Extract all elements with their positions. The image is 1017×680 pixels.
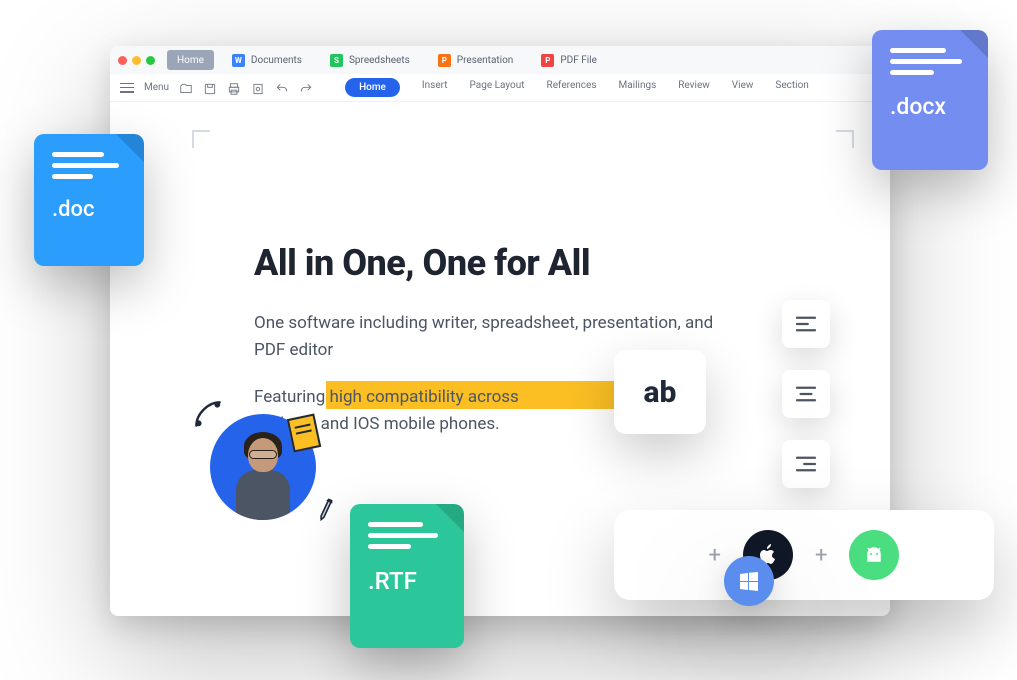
file-extension-label: .docx <box>890 93 970 120</box>
menu-button[interactable]: Menu <box>144 82 169 93</box>
maximize-icon[interactable] <box>146 56 155 65</box>
open-icon[interactable] <box>179 81 193 95</box>
margin-corner-icon <box>192 130 210 148</box>
text-style-preview: ab <box>644 375 677 410</box>
ribbon-tab-page-layout[interactable]: Page Layout <box>470 78 525 97</box>
align-left-button[interactable] <box>782 300 830 348</box>
tab-label: Presentation <box>457 55 514 66</box>
align-center-button[interactable] <box>782 370 830 418</box>
margin-corner-icon <box>836 130 854 148</box>
android-icon <box>849 530 899 580</box>
platforms-card: + + <box>614 510 994 600</box>
title-bar: Home W Documents S Spreedsheets P Presen… <box>110 46 890 74</box>
save-icon[interactable] <box>203 81 217 95</box>
writer-icon: W <box>232 54 245 67</box>
file-lines-icon <box>890 48 970 75</box>
ribbon-tab-mailings[interactable]: Mailings <box>619 78 657 97</box>
ribbon-tab-home[interactable]: Home <box>345 78 400 97</box>
quick-access-bar: Menu Home Insert Page Layout References … <box>110 74 890 102</box>
file-lines-icon <box>52 152 126 179</box>
file-badge-doc: .doc <box>34 134 144 266</box>
align-right-button[interactable] <box>782 440 830 488</box>
tab-pdf[interactable]: P PDF File <box>531 50 607 70</box>
tab-label: PDF File <box>560 55 597 66</box>
tab-label: Documents <box>251 55 302 66</box>
avatar-person-icon <box>230 432 296 520</box>
hamburger-icon[interactable] <box>120 83 134 93</box>
redo-icon[interactable] <box>299 81 313 95</box>
document-heading: All in One, One for All <box>254 242 590 284</box>
ribbon-tab-section[interactable]: Section <box>775 78 808 97</box>
ribbon-tab-insert[interactable]: Insert <box>422 78 448 97</box>
minimize-icon[interactable] <box>132 56 141 65</box>
close-icon[interactable] <box>118 56 127 65</box>
windows-icon <box>724 556 774 606</box>
file-extension-label: .doc <box>52 197 126 222</box>
pdf-icon: P <box>541 54 554 67</box>
plus-separator: + <box>815 543 827 568</box>
tab-spreadsheets[interactable]: S Spreedsheets <box>320 50 420 70</box>
plus-separator: + <box>709 543 721 568</box>
window-controls <box>118 56 155 65</box>
ribbon-tab-review[interactable]: Review <box>678 78 710 97</box>
ribbon-tabs: Home Insert Page Layout References Maili… <box>345 78 809 97</box>
highlighted-text: Featuring high compatibility across <box>254 387 519 407</box>
ribbon-tab-view[interactable]: View <box>732 78 754 97</box>
file-badge-docx: .docx <box>872 30 988 170</box>
undo-icon[interactable] <box>275 81 289 95</box>
file-extension-label: .RTF <box>368 567 446 595</box>
file-lines-icon <box>368 522 446 549</box>
doodle-arc-icon <box>194 400 222 428</box>
tab-home[interactable]: Home <box>167 50 214 70</box>
tab-label: Home <box>177 55 204 66</box>
file-badge-rtf: .RTF <box>350 504 464 648</box>
ribbon-tab-references[interactable]: References <box>547 78 597 97</box>
presentation-icon: P <box>438 54 451 67</box>
text-style-card[interactable]: ab <box>614 350 706 434</box>
tab-presentation[interactable]: P Presentation <box>428 50 524 70</box>
tab-documents[interactable]: W Documents <box>222 50 312 70</box>
spreadsheet-icon: S <box>330 54 343 67</box>
print-preview-icon[interactable] <box>251 81 265 95</box>
tab-label: Spreedsheets <box>349 55 410 66</box>
print-icon[interactable] <box>227 81 241 95</box>
